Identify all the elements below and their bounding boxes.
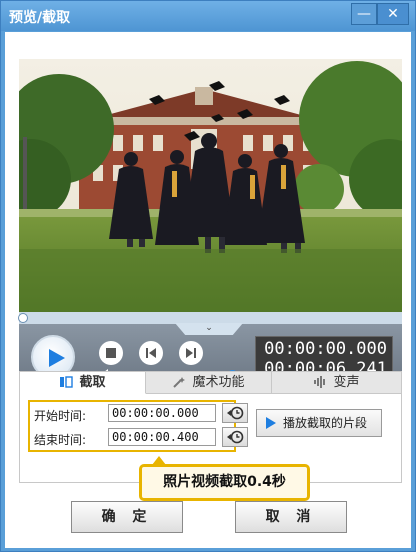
cancel-button[interactable]: 取 消 [235, 501, 347, 533]
tab-voice-change[interactable]: 变声 [272, 372, 401, 394]
stop-icon [106, 348, 116, 358]
voice-icon [314, 376, 326, 388]
set-start-button[interactable] [222, 403, 248, 423]
tab-magic[interactable]: 魔术功能 [146, 372, 272, 394]
minimize-button[interactable]: — [351, 3, 377, 25]
clip-icon [60, 376, 74, 388]
stop-button[interactable] [99, 341, 123, 365]
current-time: 00:00:00.000 [264, 339, 387, 359]
video-preview[interactable] [19, 59, 402, 312]
clock-pick-icon [227, 430, 244, 444]
play-icon [49, 349, 65, 367]
play-clipped-segment-button[interactable]: 播放截取的片段 [256, 409, 382, 437]
tab-voice-label: 变声 [333, 375, 360, 390]
end-time-input[interactable] [108, 428, 216, 446]
collapse-panel-toggle[interactable]: ⌄ [175, 323, 243, 335]
clock-pick-icon [227, 406, 244, 420]
dialog-body: 00:00:00.000 00:00:06.241 ⌄ 截取 魔术功能 变声 开… [5, 32, 411, 548]
play-icon [266, 417, 276, 429]
annotation-callout: 照片视频截取0.4秒 [139, 464, 310, 501]
next-frame-button[interactable] [179, 341, 203, 365]
tab-magic-label: 魔术功能 [192, 375, 245, 390]
play-segment-label: 播放截取的片段 [283, 416, 368, 430]
window-title: 预览/截取 [9, 10, 71, 26]
prev-frame-icon [146, 348, 156, 358]
seek-bar[interactable] [18, 312, 402, 324]
tab-clip[interactable]: 截取 [20, 372, 146, 394]
ok-button[interactable]: 确 定 [71, 501, 183, 533]
prev-frame-button[interactable] [139, 341, 163, 365]
start-time-label: 开始时间: [34, 409, 87, 423]
tab-clip-label: 截取 [79, 375, 106, 390]
end-time-label: 结束时间: [34, 433, 87, 447]
seek-handle[interactable] [18, 313, 28, 323]
magic-icon [173, 377, 186, 388]
preview-clip-window: 预览/截取 — ✕ 00:00:00.000 00:00:06.241 ⌄ 截取… [0, 0, 416, 552]
chevron-down-icon: ⌄ [205, 323, 213, 333]
next-frame-icon [186, 348, 196, 358]
start-time-input[interactable] [108, 404, 216, 422]
graduation-photo [19, 59, 402, 312]
title-bar[interactable]: 预览/截取 — ✕ [1, 1, 415, 31]
close-button[interactable]: ✕ [377, 3, 409, 25]
set-end-button[interactable] [222, 427, 248, 447]
